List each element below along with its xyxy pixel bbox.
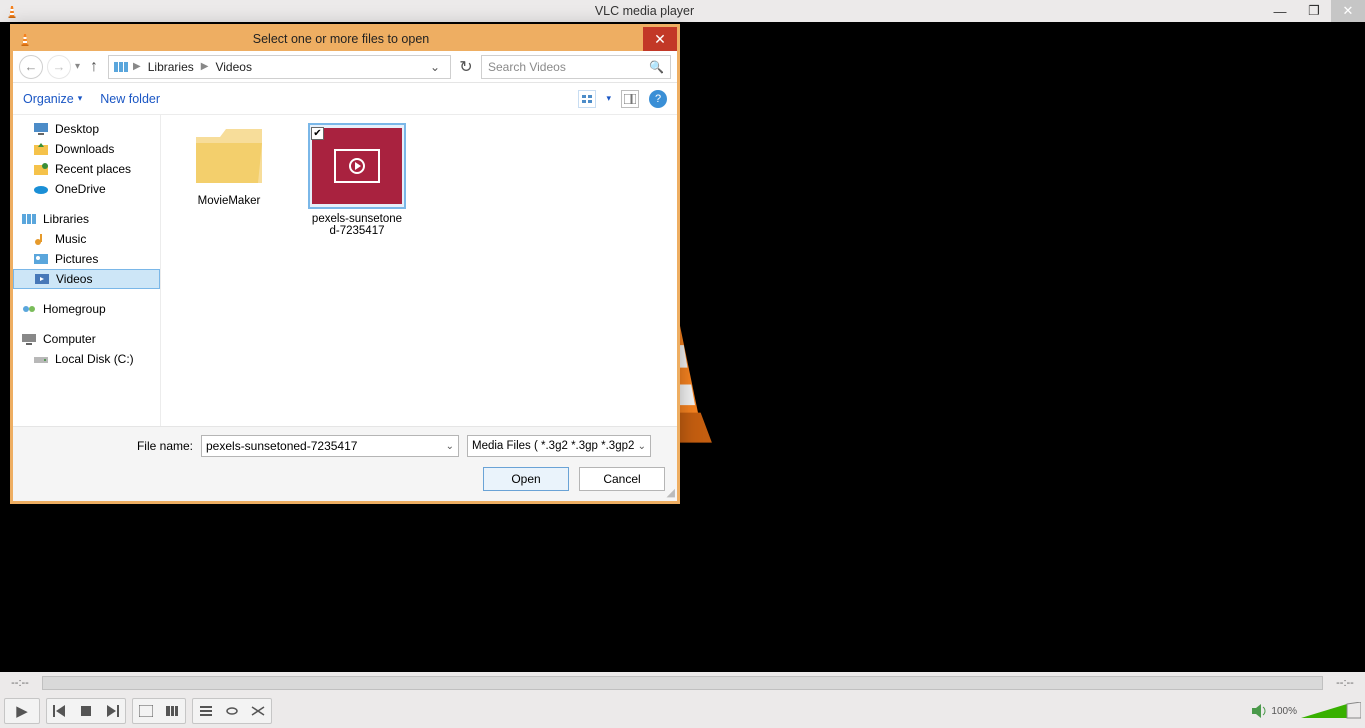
- search-input[interactable]: Search Videos 🔍: [481, 55, 671, 79]
- filetype-select[interactable]: Media Files ( *.3g2 *.3gp *.3gp2⌄: [467, 435, 651, 457]
- tree-item-computer[interactable]: Computer: [13, 329, 160, 349]
- libraries-icon: [113, 60, 129, 74]
- vlc-cone-icon: [17, 31, 33, 47]
- view-dropdown-icon[interactable]: ▾: [606, 93, 611, 104]
- view-mode-button[interactable]: [578, 90, 596, 108]
- file-pane[interactable]: MovieMaker ✔ pexels-sunsetoned-7235417: [161, 115, 677, 426]
- chevron-right-icon[interactable]: ▶: [133, 61, 141, 72]
- tree-item-pictures[interactable]: Pictures: [13, 249, 160, 269]
- file-open-dialog: Select one or more files to open ✕ ← → ▾…: [10, 24, 680, 504]
- history-dropdown-icon[interactable]: ▾: [75, 61, 80, 72]
- nav-back-button[interactable]: ←: [19, 55, 43, 79]
- preview-pane-button[interactable]: [621, 90, 639, 108]
- maximize-button[interactable]: ❐: [1297, 0, 1331, 22]
- title-text: VLC media player: [26, 4, 1263, 18]
- close-window-button[interactable]: ✕: [1331, 0, 1365, 22]
- breadcrumb-libraries[interactable]: Libraries: [145, 60, 197, 74]
- chevron-right-icon[interactable]: ▶: [201, 61, 209, 72]
- dialog-titlebar: Select one or more files to open ✕: [13, 27, 677, 51]
- volume-area: 100%: [1251, 702, 1361, 720]
- file-item-video[interactable]: ✔ pexels-sunsetoned-7235417: [307, 125, 407, 237]
- time-elapsed: --:--: [6, 677, 34, 689]
- nav-up-button[interactable]: ↑: [84, 57, 104, 77]
- volume-percent: 100%: [1271, 706, 1297, 717]
- new-folder-button[interactable]: New folder: [100, 92, 160, 106]
- dialog-title: Select one or more files to open: [39, 32, 643, 46]
- resize-grip-icon[interactable]: ◢: [667, 486, 675, 499]
- bottom-bar: --:-- --:-- ▶ 100%: [0, 672, 1365, 728]
- file-item-folder[interactable]: MovieMaker: [179, 125, 279, 207]
- help-button[interactable]: ?: [649, 90, 667, 108]
- volume-slider[interactable]: [1301, 702, 1361, 720]
- playlist-button[interactable]: [193, 699, 219, 723]
- organize-menu[interactable]: Organize ▾: [23, 92, 82, 106]
- tree-item-desktop[interactable]: Desktop: [13, 119, 160, 139]
- seek-bar[interactable]: [42, 676, 1323, 690]
- filename-label: File name:: [25, 439, 193, 453]
- search-placeholder: Search Videos: [488, 60, 566, 74]
- dialog-nav: ← → ▾ ↑ ▶ Libraries ▶ Videos ⌄ ↻ Search …: [13, 51, 677, 83]
- tree-item-downloads[interactable]: Downloads: [13, 139, 160, 159]
- breadcrumb-dropdown-icon[interactable]: ⌄: [430, 60, 446, 74]
- tree-item-local-disk-c-[interactable]: Local Disk (C:): [13, 349, 160, 369]
- random-button[interactable]: [245, 699, 271, 723]
- time-total: --:--: [1331, 677, 1359, 689]
- tree-item-onedrive[interactable]: OneDrive: [13, 179, 160, 199]
- loop-button[interactable]: [219, 699, 245, 723]
- vlc-cone-icon: [4, 3, 20, 19]
- nav-forward-button[interactable]: →: [47, 55, 71, 79]
- open-button[interactable]: Open: [483, 467, 569, 491]
- tree-item-homegroup[interactable]: Homegroup: [13, 299, 160, 319]
- previous-button[interactable]: [47, 699, 73, 723]
- tree-item-libraries[interactable]: Libraries: [13, 209, 160, 229]
- tree-item-recent-places[interactable]: Recent places: [13, 159, 160, 179]
- play-button[interactable]: ▶: [5, 698, 39, 724]
- refresh-button[interactable]: ↻: [455, 56, 477, 78]
- stop-button[interactable]: [73, 699, 99, 723]
- tree-item-music[interactable]: Music: [13, 229, 160, 249]
- next-button[interactable]: [99, 699, 125, 723]
- extended-settings-button[interactable]: [159, 699, 185, 723]
- nav-tree[interactable]: DesktopDownloadsRecent placesOneDrive Lib…: [13, 115, 161, 426]
- search-icon: 🔍: [649, 60, 664, 74]
- breadcrumb-videos[interactable]: Videos: [212, 60, 254, 74]
- filename-input[interactable]: pexels-sunsetoned-7235417⌄: [201, 435, 459, 457]
- dialog-footer: File name: pexels-sunsetoned-7235417⌄ Me…: [13, 426, 677, 501]
- speaker-icon[interactable]: [1251, 703, 1267, 719]
- dialog-close-button[interactable]: ✕: [643, 27, 677, 51]
- cancel-button[interactable]: Cancel: [579, 467, 665, 491]
- titlebar: VLC media player — ❐ ✕: [0, 0, 1365, 22]
- dialog-toolbar: Organize ▾ New folder ▾ ?: [13, 83, 677, 115]
- fullscreen-button[interactable]: [133, 699, 159, 723]
- checkbox-icon[interactable]: ✔: [311, 127, 324, 140]
- tree-item-videos[interactable]: Videos: [13, 269, 160, 289]
- breadcrumb-bar[interactable]: ▶ Libraries ▶ Videos ⌄: [108, 55, 451, 79]
- minimize-button[interactable]: —: [1263, 0, 1297, 22]
